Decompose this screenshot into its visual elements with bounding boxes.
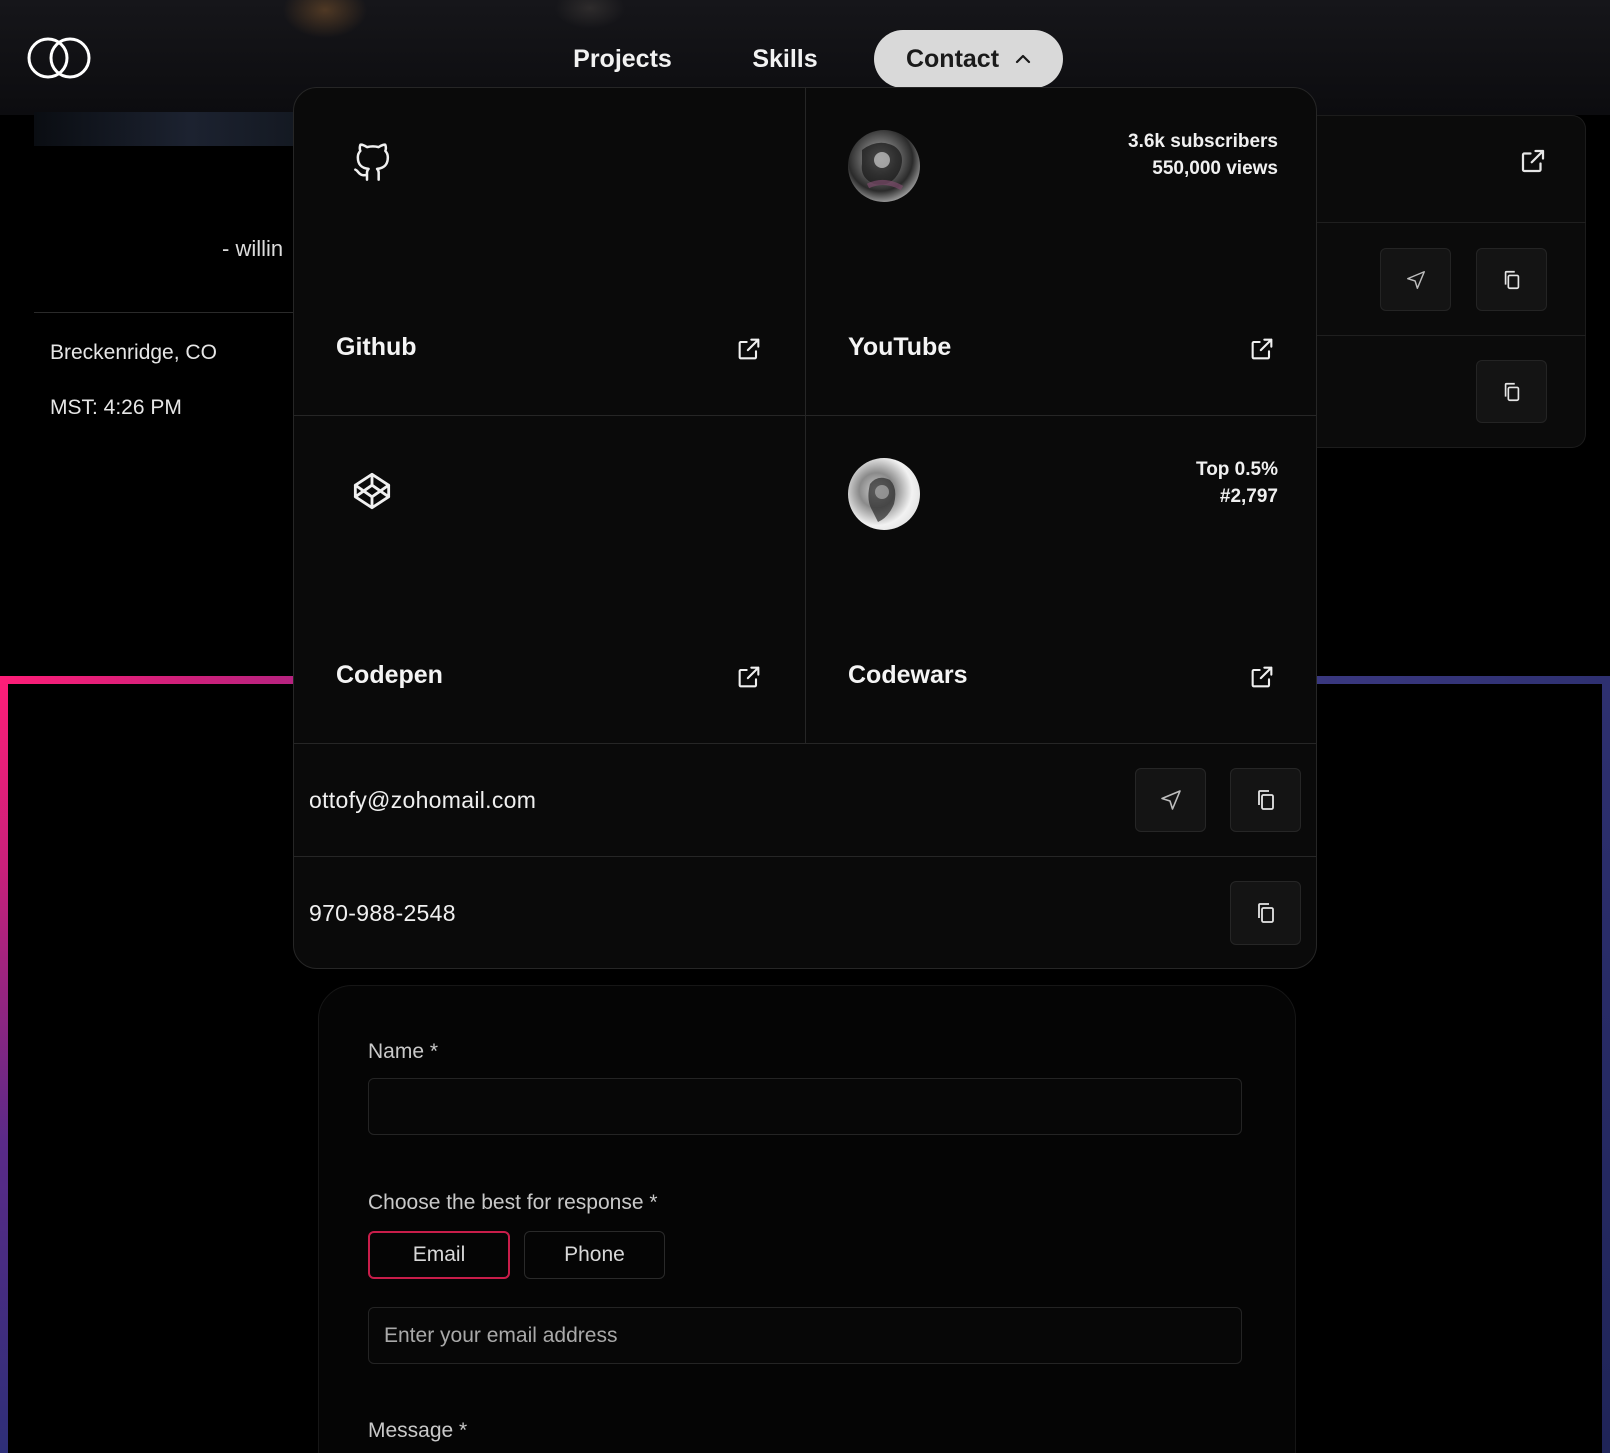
contact-dropdown: Github 3.6k subscribers 550,000 views Yo… xyxy=(293,87,1317,969)
message-label: Message * xyxy=(368,1419,468,1442)
nav-skills[interactable]: Skills xyxy=(735,30,835,88)
gradient-border-top xyxy=(0,676,300,684)
card-title: Codepen xyxy=(336,661,443,689)
copy-button[interactable] xyxy=(1476,248,1547,311)
gradient-border-left xyxy=(0,676,8,1453)
view-count: 550,000 views xyxy=(1152,158,1278,179)
copy-icon xyxy=(1257,790,1274,810)
nav-skills-label: Skills xyxy=(752,44,818,73)
copy-icon xyxy=(1257,903,1274,923)
gradient-border-right xyxy=(1602,676,1610,1453)
background-contact-panel xyxy=(1300,115,1586,448)
logo-icon[interactable] xyxy=(26,34,94,82)
nav-projects[interactable]: Projects xyxy=(560,30,685,88)
nav-projects-label: Projects xyxy=(573,44,672,73)
card-title: Codewars xyxy=(848,661,968,689)
divider xyxy=(1300,222,1586,223)
rank-position: #2,797 xyxy=(1219,486,1278,507)
subscriber-count: 3.6k subscribers xyxy=(1128,131,1278,152)
chevron-up-icon xyxy=(1015,54,1031,64)
codewars-card[interactable]: Top 0.5% #2,797 Codewars xyxy=(806,416,1316,744)
card-title: YouTube xyxy=(848,333,952,361)
youtube-stats: 3.6k subscribers 550,000 views xyxy=(1128,128,1278,182)
copy-button[interactable] xyxy=(1476,360,1547,423)
codepen-icon xyxy=(353,472,391,510)
send-icon xyxy=(1160,790,1181,810)
send-icon xyxy=(1406,270,1425,289)
external-link-icon[interactable] xyxy=(1518,146,1548,176)
email-address[interactable]: ottofy@zohomail.com xyxy=(309,787,536,814)
hero-image-strip xyxy=(34,112,294,146)
copy-email-button[interactable] xyxy=(1230,768,1301,832)
email-field[interactable] xyxy=(368,1307,1242,1364)
codewars-stats: Top 0.5% #2,797 xyxy=(1196,456,1278,510)
send-email-button[interactable] xyxy=(1135,768,1206,832)
card-title: Github xyxy=(336,333,417,361)
location-text: Breckenridge, CO xyxy=(50,341,217,364)
nav-contact-label: Contact xyxy=(905,44,1000,73)
external-link-icon[interactable] xyxy=(1248,663,1276,691)
avatar xyxy=(848,130,920,202)
response-method-label: Choose the best for response * xyxy=(368,1191,658,1214)
divider xyxy=(1300,335,1586,336)
copy-icon xyxy=(1504,270,1519,289)
local-time: MST: 4:26 PM xyxy=(50,396,182,419)
youtube-card[interactable]: 3.6k subscribers 550,000 views YouTube xyxy=(806,88,1316,416)
send-button[interactable] xyxy=(1380,248,1451,311)
nav-contact[interactable]: Contact xyxy=(874,30,1063,88)
hero-quote: - willin xyxy=(222,236,284,261)
github-card[interactable]: Github xyxy=(294,88,806,416)
avatar xyxy=(848,458,920,530)
phone-row: 970-988-2548 xyxy=(294,857,1316,968)
email-row: ottofy@zohomail.com xyxy=(294,744,1316,857)
name-label: Name * xyxy=(368,1040,439,1063)
gradient-border-top xyxy=(1300,676,1610,684)
codepen-card[interactable]: Codepen xyxy=(294,416,806,744)
divider xyxy=(34,312,294,313)
phone-number[interactable]: 970-988-2548 xyxy=(309,900,456,927)
copy-icon xyxy=(1504,382,1519,401)
github-icon xyxy=(354,143,390,181)
copy-phone-button[interactable] xyxy=(1230,881,1301,945)
contact-form-card xyxy=(318,985,1296,1453)
response-option-phone[interactable]: Phone xyxy=(524,1231,665,1279)
external-link-icon[interactable] xyxy=(1248,335,1276,363)
response-option-email[interactable]: Email xyxy=(368,1231,510,1279)
external-link-icon[interactable] xyxy=(735,335,763,363)
rank-percentile: Top 0.5% xyxy=(1196,459,1278,480)
name-input[interactable] xyxy=(368,1078,1242,1135)
external-link-icon[interactable] xyxy=(735,663,763,691)
